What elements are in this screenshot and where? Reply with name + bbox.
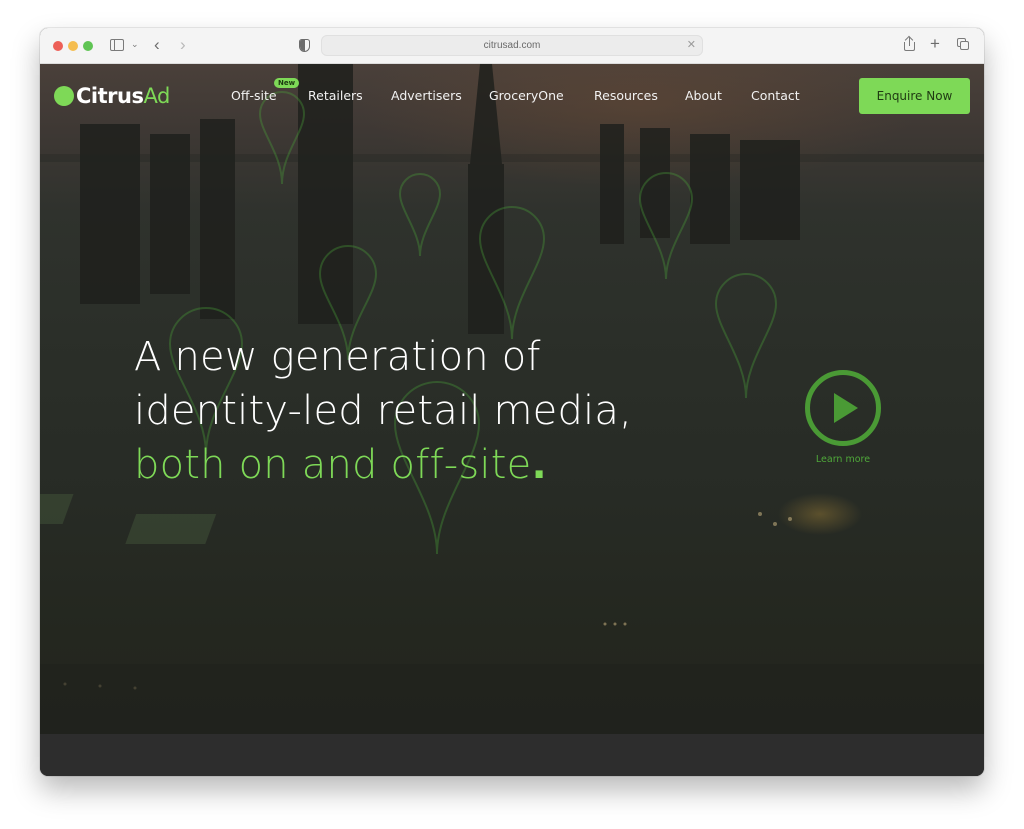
share-icon[interactable] [904,35,915,51]
minimize-window-button[interactable] [68,41,78,51]
clear-url-icon[interactable]: ✕ [687,36,696,55]
back-icon[interactable]: ‹ [154,36,160,53]
page-below-hero [40,734,984,776]
headline-period: . [531,442,547,488]
browser-toolbar: ⌄ ‹ › citrusad.com ✕ + [40,28,984,64]
new-tab-icon[interactable]: + [930,35,940,52]
play-icon [834,393,858,423]
nav-item-contact[interactable]: Contact [751,88,800,103]
headline-line-2: identity-led retail media, [134,388,632,434]
play-video-button[interactable] [805,370,881,446]
enquire-now-button[interactable]: Enquire Now [859,78,970,114]
nav-item-retailers[interactable]: Retailers [308,88,363,103]
learn-more-link[interactable]: Learn more [802,454,884,465]
nav-item-off-site[interactable]: Off-site [231,88,277,103]
chevron-down-icon[interactable]: ⌄ [131,40,139,49]
privacy-shield-icon[interactable] [299,39,310,52]
address-bar[interactable]: citrusad.com ✕ [321,35,703,56]
nav-item-advertisers[interactable]: Advertisers [391,88,462,103]
zoom-window-button[interactable] [83,41,93,51]
close-window-button[interactable] [53,41,63,51]
new-badge: New [274,78,300,88]
sidebar-icon[interactable] [110,39,124,51]
logo-secondary: Ad [143,84,170,108]
nav-item-resources[interactable]: Resources [594,88,658,103]
headline-line-3: both on and off-site. [134,438,632,492]
hero-headline: A new generation of identity-led retail … [134,330,632,492]
citrusad-logo[interactable]: CitrusAd [54,83,170,109]
web-page: CitrusAd Off-site New Retailers Advertis… [40,64,984,776]
hero-section: CitrusAd Off-site New Retailers Advertis… [40,64,984,734]
forward-icon[interactable]: › [180,36,186,53]
tab-overview-icon[interactable] [957,38,970,51]
site-navigation: CitrusAd Off-site New Retailers Advertis… [40,64,984,128]
browser-window: ⌄ ‹ › citrusad.com ✕ + CitrusAd Off-site… [40,28,984,776]
nav-item-groceryone[interactable]: GroceryOne [489,88,564,103]
url-text: citrusad.com [483,40,541,51]
logo-primary: Citrus [76,84,144,108]
logo-circle-icon [54,86,74,106]
nav-item-about[interactable]: About [685,88,722,103]
headline-line-3-text: both on and off-site [134,442,532,488]
headline-line-1: A new generation of [134,334,541,380]
